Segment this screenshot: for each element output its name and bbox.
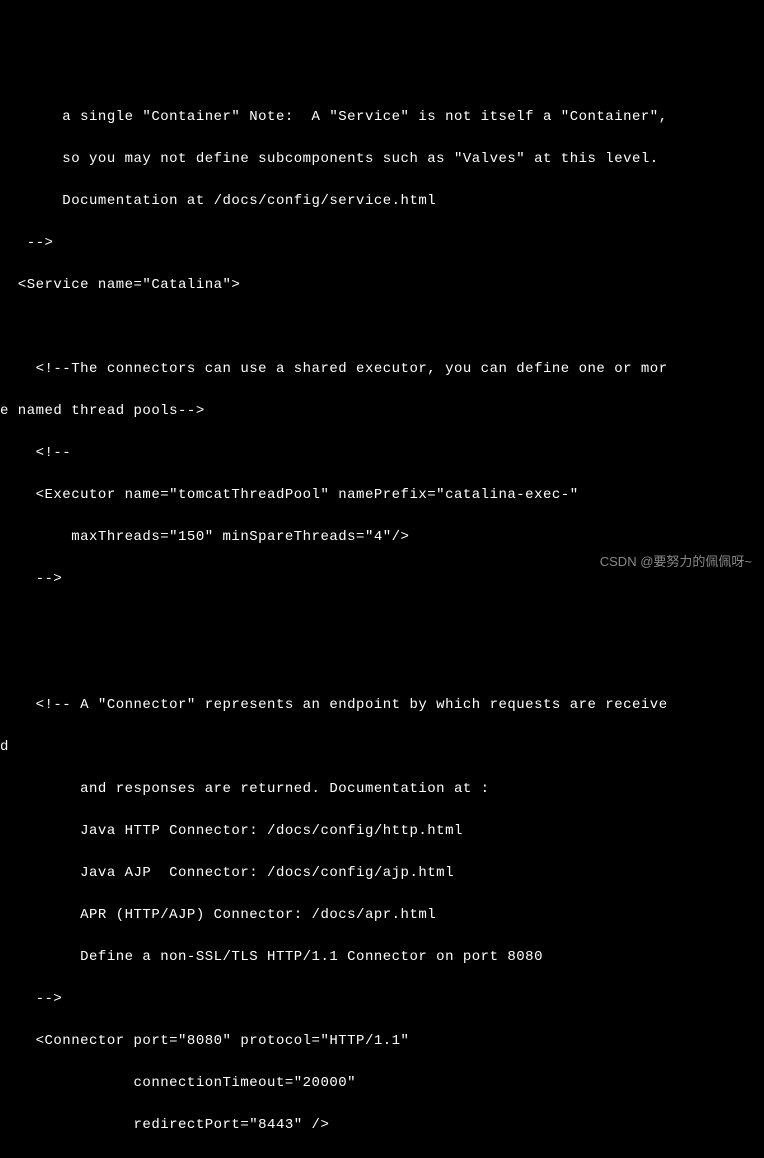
code-line: --> (0, 233, 764, 254)
code-line: <!-- A "Connector" using the shared thre… (0, 1157, 764, 1158)
code-line: <!--The connectors can use a shared exec… (0, 359, 764, 380)
code-line: connectionTimeout="20000" (0, 1073, 764, 1094)
code-line: <!-- (0, 443, 764, 464)
watermark-text: CSDN @要努力的佩佩呀~ (600, 552, 752, 572)
code-line: --> (0, 569, 764, 590)
code-line: d (0, 737, 764, 758)
code-line: maxThreads="150" minSpareThreads="4"/> (0, 527, 764, 548)
code-line (0, 611, 764, 632)
code-line: <Connector port="8080" protocol="HTTP/1.… (0, 1031, 764, 1052)
code-line: <Executor name="tomcatThreadPool" namePr… (0, 485, 764, 506)
code-line: APR (HTTP/AJP) Connector: /docs/apr.html (0, 905, 764, 926)
code-line: Define a non-SSL/TLS HTTP/1.1 Connector … (0, 947, 764, 968)
code-line: <!-- A "Connector" represents an endpoin… (0, 695, 764, 716)
code-line: --> (0, 989, 764, 1010)
terminal-output[interactable]: a single "Container" Note: A "Service" i… (0, 84, 764, 1158)
code-line (0, 653, 764, 674)
code-line (0, 317, 764, 338)
code-line: and responses are returned. Documentatio… (0, 779, 764, 800)
code-line: a single "Container" Note: A "Service" i… (0, 107, 764, 128)
code-line: Java AJP Connector: /docs/config/ajp.htm… (0, 863, 764, 884)
code-line: Documentation at /docs/config/service.ht… (0, 191, 764, 212)
code-line: so you may not define subcomponents such… (0, 149, 764, 170)
code-line: <Service name="Catalina"> (0, 275, 764, 296)
code-line: redirectPort="8443" /> (0, 1115, 764, 1136)
code-line: Java HTTP Connector: /docs/config/http.h… (0, 821, 764, 842)
code-line: e named thread pools--> (0, 401, 764, 422)
